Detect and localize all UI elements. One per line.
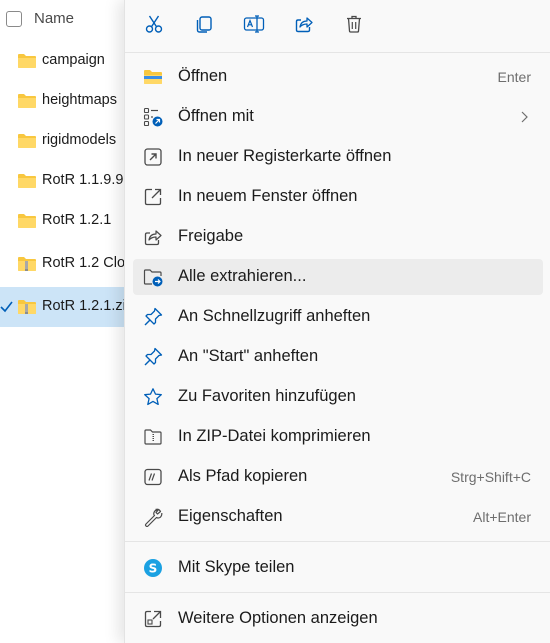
file-row-rotr-1-2-clo[interactable]: RotR 1.2 Clo [0,244,130,284]
wrench-icon [144,508,163,527]
name-column-header[interactable]: Name [34,10,74,27]
star-icon [144,388,162,406]
cut-button[interactable] [136,8,172,40]
menu-separator [125,592,550,593]
menu-item-properties[interactable]: Eigenschaften Alt+Enter [133,499,543,535]
select-all-checkbox[interactable] [6,11,22,27]
pin-icon [144,347,163,366]
menu-item-label: Zu Favoriten hinzufügen [178,387,356,405]
more-options-icon [144,610,162,628]
menu-item-label: Alle extrahieren... [178,267,307,285]
file-row-rotr-1-1-9-9[interactable]: RotR 1.1.9.9 [0,161,130,201]
svg-text:S: S [149,562,158,576]
share-icon [295,17,313,33]
folder-icon [18,174,36,188]
menu-item-label: Öffnen mit [178,107,254,125]
folder-icon [18,54,36,68]
file-name: campaign [42,52,105,68]
file-row-heightmaps[interactable]: heightmaps [0,81,130,121]
rename-icon [243,15,265,33]
menu-item-label: Eigenschaften [178,507,283,525]
menu-item-label: In ZIP-Datei komprimieren [178,427,371,445]
menu-item-shortcut: Alt+Enter [473,509,531,525]
menu-item-label: An "Start" anheften [178,347,319,365]
copy-button[interactable] [186,8,222,40]
file-name: RotR 1.2 Clo [42,255,126,271]
menu-item-label: In neuem Fenster öffnen [178,187,358,205]
folder-icon [18,94,36,108]
menu-item-add-favorites[interactable]: Zu Favoriten hinzufügen [133,379,543,415]
file-row-rotr-1-2-1-zip[interactable]: RotR 1.2.1.zi [0,287,130,327]
menu-item-open-with[interactable]: Öffnen mit [133,99,543,135]
file-name: RotR 1.2.1.zi [42,298,126,314]
copy-path-icon [144,468,162,486]
menu-item-label: An Schnellzugriff anheften [178,307,371,325]
copy-icon [196,16,212,33]
menu-item-shortcut: Enter [497,69,531,85]
folder-icon [18,134,36,148]
delete-button[interactable] [336,8,372,40]
file-name: heightmaps [42,92,117,108]
menu-item-copy-as-path[interactable]: Als Pfad kopieren Strg+Shift+C [133,459,543,495]
menu-item-pin-quick-access[interactable]: An Schnellzugriff anheften [133,299,543,335]
file-name: rigidmodels [42,132,117,148]
menu-separator [125,541,550,542]
share-icon [144,230,162,246]
menu-item-label: Öffnen [178,67,228,85]
zip-icon [144,429,162,445]
menu-item-label: Freigabe [178,227,244,245]
context-menu: Öffnen Enter Öffnen mit In neuer Registe… [124,0,550,643]
skype-icon: S [144,559,162,577]
new-window-icon [144,188,162,206]
file-row-campaign[interactable]: campaign [0,41,130,81]
file-list-header: Name [0,0,130,38]
context-menu-toolbar [125,0,550,52]
menu-item-open-new-window[interactable]: In neuem Fenster öffnen [133,179,543,215]
chevron-right-icon [521,111,528,123]
new-tab-icon [144,148,162,166]
extract-icon [143,269,163,287]
file-name: RotR 1.2.1 [42,212,112,228]
menu-item-label: Mit Skype teilen [178,558,295,576]
menu-item-compress-zip[interactable]: In ZIP-Datei komprimieren [133,419,543,455]
file-name: RotR 1.1.9.9 [42,172,124,188]
menu-item-share-skype[interactable]: S Mit Skype teilen [133,550,543,586]
menu-item-open[interactable]: Öffnen Enter [133,59,543,95]
menu-item-label: Weitere Optionen anzeigen [178,609,378,627]
menu-item-share[interactable]: Freigabe [133,219,543,255]
menu-item-label: In neuer Registerkarte öffnen [178,147,392,165]
pin-icon [144,307,163,326]
menu-item-show-more-options[interactable]: Weitere Optionen anzeigen [133,601,543,637]
menu-separator [125,52,550,53]
menu-item-label: Als Pfad kopieren [178,467,308,485]
cut-icon [145,15,163,33]
menu-item-shortcut: Strg+Shift+C [450,469,531,485]
zip-folder-icon [18,300,36,314]
delete-icon [347,15,361,33]
menu-item-extract-all[interactable]: Alle extrahieren... [133,259,543,295]
zip-folder-icon [18,257,36,271]
rename-button[interactable] [236,8,272,40]
file-row-rigidmodels[interactable]: rigidmodels [0,121,130,161]
checkmark-icon[interactable] [0,299,13,315]
folder-icon [18,214,36,228]
file-list-pane: Name campaign heightmaps rigidmodels Rot… [0,0,130,643]
open-with-icon [143,107,163,127]
file-row-rotr-1-2-1[interactable]: RotR 1.2.1 [0,201,130,241]
folder-open-icon [144,70,162,84]
share-button[interactable] [286,8,322,40]
menu-item-pin-start[interactable]: An "Start" anheften [133,339,543,375]
menu-item-open-new-tab[interactable]: In neuer Registerkarte öffnen [133,139,543,175]
